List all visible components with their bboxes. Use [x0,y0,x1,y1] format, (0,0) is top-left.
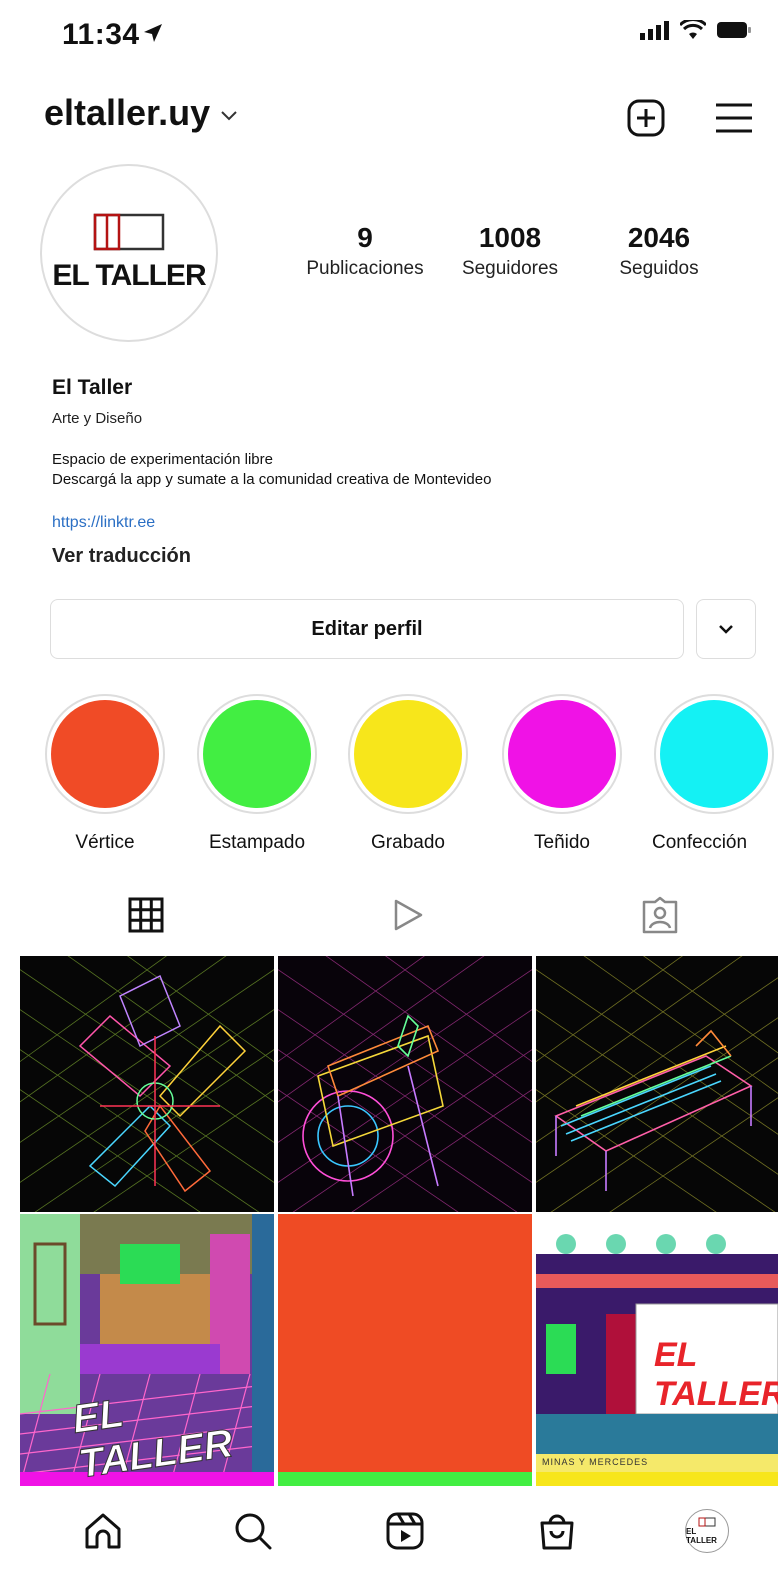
chevron-down-icon [719,625,733,634]
overlay-caption: MINAS Y MERCEDES [542,1457,649,1467]
profile-mini-avatar: EL TALLER [685,1509,729,1553]
stat-label: Publicaciones [306,258,424,279]
profile-name: El Taller [52,376,133,399]
reels-icon [394,899,423,931]
chevron-down-icon [220,105,238,128]
nav-reels[interactable] [380,1506,430,1556]
home-icon [85,1513,121,1549]
post-thumbnail-wireframe-2[interactable] [278,956,532,1212]
plus-square-icon [627,99,665,137]
nav-profile[interactable]: EL TALLER [682,1506,732,1556]
stat-label: Seguidos [619,258,699,279]
highlight-cover [508,700,616,808]
stat-value: 2046 [627,222,691,253]
stat-value: 9 [357,222,373,253]
highlight-label: Confección [652,832,748,853]
bio-line: Espacio de experimentación libre [52,451,273,468]
highlight-confeccion[interactable]: Confección [652,694,778,854]
new-post-button[interactable] [624,96,668,140]
highlight-cover [354,700,462,808]
see-translation-link[interactable]: Ver traducción [52,545,191,568]
search-icon [235,1513,272,1550]
highlight-cover [203,700,311,808]
tab-posts-grid[interactable] [116,892,176,938]
location-arrow-icon [142,22,164,49]
mini-avatar-text: EL TALLER [686,1527,717,1545]
grid-icon [128,897,164,933]
highlight-label: Vértice [75,832,135,853]
highlight-cover [660,700,768,808]
nav-shop[interactable] [532,1506,582,1556]
highlight-label: Teñido [534,832,590,853]
profile-category: Arte y Diseño [52,410,143,427]
menu-icon [716,103,752,133]
avatar-text: EL TALLER [52,259,206,292]
stat-posts[interactable]: 9 Publicaciones [298,222,432,280]
stat-value: 1008 [478,222,542,253]
wifi-icon [680,20,706,39]
bio-line: Descargá la app y sumate a la comunidad … [52,471,492,488]
post-thumbnail-wireframe-3[interactable] [536,956,778,1212]
status-time: 11:34 [62,18,140,51]
menu-button[interactable] [712,96,756,140]
status-icons [640,20,752,40]
tagged-icon [642,896,678,934]
profile-link[interactable]: https://linktr.ee [52,514,155,532]
overlay-text: EL TALLER [654,1336,778,1413]
highlight-grabado[interactable]: Grabado [346,694,470,854]
tab-reels[interactable] [378,892,438,938]
account-switcher[interactable]: eltaller.uy [44,92,238,134]
battery-icon [717,22,751,38]
post-thumbnail-wireframe-1[interactable] [20,956,274,1212]
tab-tagged[interactable] [630,892,690,938]
highlight-tenido[interactable]: Teñido [500,694,624,854]
nav-home[interactable] [78,1506,128,1556]
username-label: eltaller.uy [44,92,211,133]
post-thumbnail-solid-orange[interactable] [278,1214,532,1486]
signal-icon [640,21,669,40]
taller-logo-icon [93,213,165,251]
post-thumbnail-interior-render[interactable]: EL TALLER [20,1214,274,1486]
highlight-vertice[interactable]: Vértice [43,694,167,854]
highlight-label: Estampado [208,832,306,853]
highlight-label: Grabado [371,832,445,853]
shopping-bag-icon [540,1514,574,1550]
stat-followers[interactable]: 1008 Seguidores [448,222,572,280]
stat-following[interactable]: 2046 Seguidos [604,222,714,280]
nav-search[interactable] [228,1506,278,1556]
edit-profile-button[interactable]: Editar perfil [50,599,684,659]
profile-avatar[interactable]: EL TALLER [40,164,218,342]
highlight-cover [51,700,159,808]
stat-label: Seguidores [461,258,559,279]
reels-icon [386,1512,424,1550]
highlight-estampado[interactable]: Estampado [195,694,319,854]
post-thumbnail-facade-render[interactable]: EL TALLER MINAS Y MERCEDES [536,1214,778,1486]
suggestions-dropdown-button[interactable] [696,599,756,659]
